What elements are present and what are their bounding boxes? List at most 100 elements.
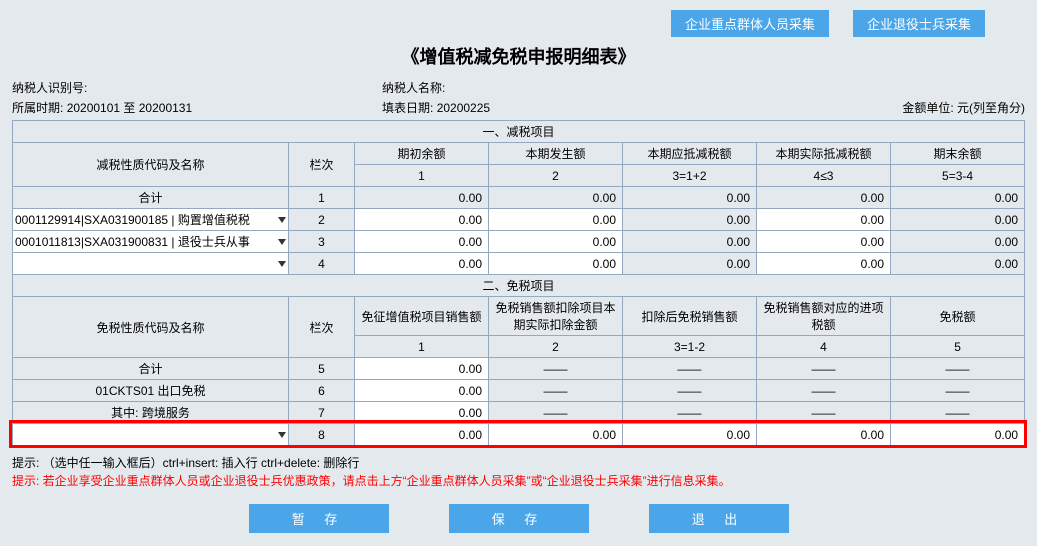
s2-r6-v3: —— (623, 380, 757, 402)
chevron-down-icon (278, 217, 286, 223)
s1-r1-v2: 0.00 (489, 187, 623, 209)
collect-key-group-button[interactable]: 企业重点群体人员采集 (671, 10, 829, 37)
s2-total-label: 合计 (13, 358, 289, 380)
col-exempt-tax: 免税额 (891, 297, 1025, 336)
s1-r3-v4[interactable]: 0.00 (757, 231, 891, 253)
sub2-5: 5 (891, 336, 1025, 358)
amount-unit-label: 金额单位: 元(列至角分) (902, 101, 1025, 115)
s2-r5-v4: —— (757, 358, 891, 380)
hint-line2: 提示: 若企业享受企业重点群体人员或企业退役士兵优惠政策，请点击上方“企业重点群… (12, 472, 1025, 490)
s2-r8-idx: 8 (289, 424, 355, 446)
col-exempt-sales: 免征增值税项目销售额 (355, 297, 489, 336)
s1-r3-v3: 0.00 (623, 231, 757, 253)
sub2-3: 3=1-2 (623, 336, 757, 358)
taxpayer-name-label: 纳税人名称: (382, 81, 445, 95)
s1-r4-select[interactable] (13, 253, 288, 274)
period-value: 20200101 至 20200131 (67, 101, 192, 115)
s1-r4-v2[interactable]: 0.00 (489, 253, 623, 275)
table-container: 一、减税项目 减税性质代码及名称 栏次 期初余额 本期发生额 本期应抵减税额 本… (12, 120, 1025, 446)
col-input-tax: 免税销售额对应的进项税额 (757, 297, 891, 336)
s2-r8-v2[interactable]: 0.00 (489, 424, 623, 446)
s1-r2-v4[interactable]: 0.00 (757, 209, 891, 231)
col-after-deduct: 扣除后免税销售额 (623, 297, 757, 336)
s1-r1-v1: 0.00 (355, 187, 489, 209)
top-button-bar: 企业重点群体人员采集 企业退役士兵采集 (12, 10, 1025, 37)
taxpayer-id-label: 纳税人识别号: (12, 81, 87, 95)
s2-r6-name: 01CKTS01 出口免税 (13, 380, 289, 402)
s2-r5-v5: —— (891, 358, 1025, 380)
s1-r2-v1[interactable]: 0.00 (355, 209, 489, 231)
s1-total-label: 合计 (13, 187, 289, 209)
s2-r5-idx: 5 (289, 358, 355, 380)
s1-r4-v3: 0.00 (623, 253, 757, 275)
s2-r5-v3: —— (623, 358, 757, 380)
s2-r8-v5[interactable]: 0.00 (891, 424, 1025, 446)
s2-r6-idx: 6 (289, 380, 355, 402)
s1-r4-v5: 0.00 (891, 253, 1025, 275)
col-actual-deduct: 本期实际抵减税额 (757, 143, 891, 165)
s1-r4-v1[interactable]: 0.00 (355, 253, 489, 275)
s1-r3-idx: 3 (289, 231, 355, 253)
s2-r6-v2: —— (489, 380, 623, 402)
tax-table: 一、减税项目 减税性质代码及名称 栏次 期初余额 本期发生额 本期应抵减税额 本… (12, 120, 1025, 446)
s1-r1-v5: 0.00 (891, 187, 1025, 209)
exit-button[interactable]: 退 出 (649, 504, 789, 533)
save-button[interactable]: 保 存 (449, 504, 589, 533)
col-index2: 栏次 (289, 297, 355, 358)
form-title: 《增值税减免税申报明细表》 (12, 43, 1025, 69)
col-deductible: 本期应抵减税额 (623, 143, 757, 165)
s1-r2-idx: 2 (289, 209, 355, 231)
col-reduction-name: 减税性质代码及名称 (13, 143, 289, 187)
collect-veteran-button[interactable]: 企业退役士兵采集 (853, 10, 985, 37)
s2-r7-v2: —— (489, 402, 623, 424)
col-exempt-name: 免税性质代码及名称 (13, 297, 289, 358)
s1-r2-v3: 0.00 (623, 209, 757, 231)
sub2-1: 1 (355, 336, 489, 358)
s2-r7-v1[interactable]: 0.00 (355, 402, 489, 424)
s1-r3-v5: 0.00 (891, 231, 1025, 253)
s1-r1-idx: 1 (289, 187, 355, 209)
section2-header: 二、免税项目 (13, 275, 1025, 297)
s2-r7-v5: —— (891, 402, 1025, 424)
fill-date-label: 填表日期: (382, 101, 433, 115)
s2-r5-v1[interactable]: 0.00 (355, 358, 489, 380)
s1-r3-select[interactable]: 0001011813|SXA031900831 | 退役士兵从事 (13, 231, 288, 252)
sub2-2: 2 (489, 336, 623, 358)
s1-r1-v3: 0.00 (623, 187, 757, 209)
fill-date-value: 20200225 (437, 101, 490, 115)
s1-r4-v4[interactable]: 0.00 (757, 253, 891, 275)
s1-r2-v5: 0.00 (891, 209, 1025, 231)
hint-line1: 提示: （选中任一输入框后）ctrl+insert: 插入行 ctrl+dele… (12, 454, 1025, 472)
s2-r7-v4: —— (757, 402, 891, 424)
sub5: 5=3-4 (891, 165, 1025, 187)
s2-r8-v1[interactable]: 0.00 (355, 424, 489, 446)
s2-r8-v3[interactable]: 0.00 (623, 424, 757, 446)
s1-r3-v2[interactable]: 0.00 (489, 231, 623, 253)
s2-r8-v4[interactable]: 0.00 (757, 424, 891, 446)
sub1: 1 (355, 165, 489, 187)
s2-r6-v5: —— (891, 380, 1025, 402)
hints: 提示: （选中任一输入框后）ctrl+insert: 插入行 ctrl+dele… (12, 454, 1025, 490)
s2-r7-name: 其中: 跨境服务 (13, 402, 289, 424)
s2-r7-idx: 7 (289, 402, 355, 424)
sub2: 2 (489, 165, 623, 187)
s1-r2-v2[interactable]: 0.00 (489, 209, 623, 231)
s1-r1-v4: 0.00 (757, 187, 891, 209)
section1-header: 一、减税项目 (13, 121, 1025, 143)
chevron-down-icon (278, 239, 286, 245)
col-period-amount: 本期发生额 (489, 143, 623, 165)
s2-r6-v4: —— (757, 380, 891, 402)
s2-r7-v3: —— (623, 402, 757, 424)
sub2-4: 4 (757, 336, 891, 358)
s2-r5-v2: —— (489, 358, 623, 380)
s2-r8-select[interactable] (13, 424, 288, 445)
draft-button[interactable]: 暂 存 (249, 504, 389, 533)
s1-r3-v1[interactable]: 0.00 (355, 231, 489, 253)
s2-r6-v1[interactable]: 0.00 (355, 380, 489, 402)
chevron-down-icon (278, 432, 286, 438)
col-end-balance: 期末余额 (891, 143, 1025, 165)
sub4: 4≤3 (757, 165, 891, 187)
period-label: 所属时期: (12, 101, 63, 115)
s1-r2-select[interactable]: 0001129914|SXA031900185 | 购置增值税税 (13, 209, 288, 230)
sub3: 3=1+2 (623, 165, 757, 187)
